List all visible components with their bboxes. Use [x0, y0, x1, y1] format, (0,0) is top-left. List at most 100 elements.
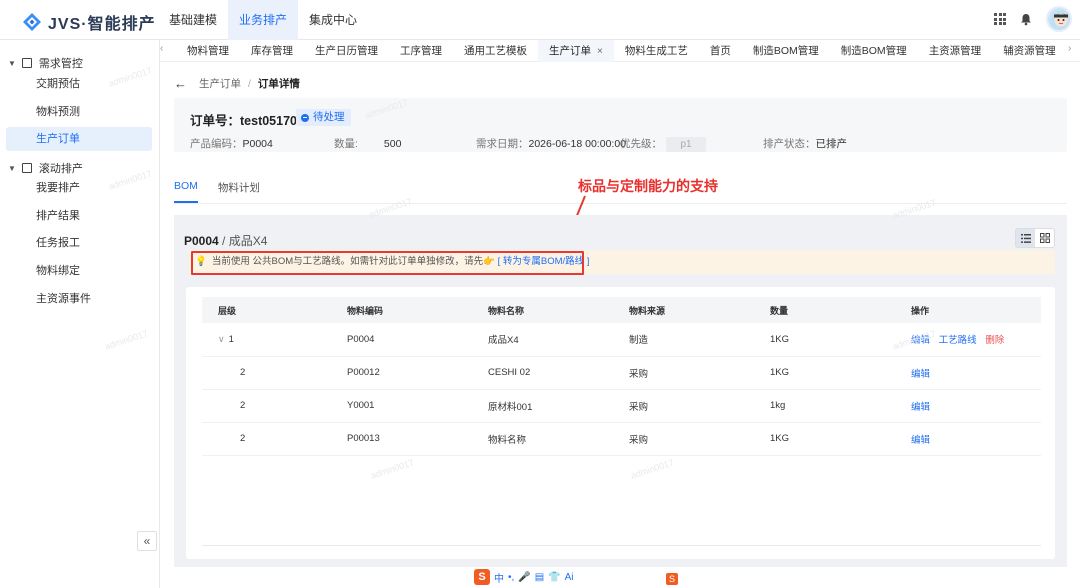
quantity-value: 500: [383, 138, 402, 150]
edit-button[interactable]: 编辑: [911, 402, 930, 413]
sidebar-item-main-resource-event[interactable]: 主资源事件: [6, 287, 152, 311]
breadcrumb-parent[interactable]: 生产订单: [199, 76, 241, 91]
card-view-icon[interactable]: [1035, 229, 1054, 247]
tab-home[interactable]: 首页: [699, 40, 742, 62]
bom-product-name: / 成品X4: [222, 234, 268, 248]
priority-label: 优先级：: [620, 138, 662, 150]
priority-value: p1: [666, 136, 706, 152]
tab-material-management[interactable]: 物料管理: [176, 40, 240, 62]
sidebar-item-schedule-result[interactable]: 排产结果: [6, 204, 152, 228]
apps-grid-icon[interactable]: [994, 13, 1006, 25]
order-number-title: 订单号：test051704: [190, 114, 304, 128]
sidebar-item-production-order[interactable]: 生产订单: [6, 127, 152, 151]
actions-cell: 编辑 工艺路线 删除: [911, 323, 1041, 357]
header-actions: [994, 6, 1072, 32]
tab-process-template[interactable]: 通用工艺模板: [453, 40, 538, 62]
actions-cell: 编辑: [911, 356, 1041, 390]
ime-ai-label[interactable]: Ai: [565, 572, 574, 583]
top-header: JVS·智能排产 基础建模 业务排产 集成中心: [0, 0, 1080, 40]
due-date-label: 需求日期：: [476, 138, 529, 150]
sogou-logo-icon[interactable]: S: [474, 569, 490, 585]
tabs-scroll-right-icon[interactable]: ›: [1068, 43, 1071, 54]
tab-aux-resource[interactable]: 辅资源管理: [992, 40, 1067, 62]
tab-label: 生产订单: [549, 45, 591, 57]
quantity-field: 数量: 500: [334, 136, 401, 151]
sidebar-item-delivery-estimate[interactable]: 交期预估: [6, 72, 152, 96]
bom-table-container: 层级 物料编码 物料名称 物料来源 数量 操作 ∨ 1 P0004 成品X4 制造: [186, 287, 1055, 559]
sidebar-group-rolling-scheduling[interactable]: ▼ 滚动排产: [8, 160, 83, 176]
sogou-mini-icon[interactable]: S: [666, 573, 678, 585]
tab-manufacturing-bom-1[interactable]: 制造BOM管理: [742, 40, 830, 62]
edit-button[interactable]: 编辑: [911, 369, 930, 380]
breadcrumb-current: 订单详情: [257, 78, 300, 90]
bell-icon[interactable]: [1020, 13, 1032, 26]
sidebar-item-schedule-now[interactable]: 我要排产: [6, 176, 152, 200]
tab-material-plan[interactable]: 物料计划: [218, 180, 260, 203]
topnav-item-business-scheduling[interactable]: 业务排产: [228, 0, 298, 40]
edit-button[interactable]: 编辑: [911, 435, 930, 446]
tab-production-order[interactable]: 生产订单 ×: [538, 40, 614, 62]
table-row: 2 Y0001 原材料001 采购 1kg 编辑: [202, 389, 1041, 423]
sidebar-group-demand-control[interactable]: ▼ 需求管控: [8, 55, 83, 71]
tab-material-process-gen[interactable]: 物料生成工艺: [614, 40, 699, 62]
list-view-icon[interactable]: [1016, 229, 1035, 247]
order-summary-card: 订单号：test051704 待处理 产品编码：P0004 数量: 500 需求日…: [174, 98, 1067, 152]
back-arrow-icon[interactable]: ←: [174, 76, 187, 91]
ime-mode-label[interactable]: 中: [494, 570, 504, 585]
breadcrumb-separator: /: [248, 77, 251, 90]
topnav-item-integration-center[interactable]: 集成中心: [298, 0, 368, 40]
sidebar-item-task-report[interactable]: 任务报工: [6, 231, 152, 255]
tab-manufacturing-bom-2[interactable]: 制造BOM管理: [830, 40, 918, 62]
quantity-cell: 1kg: [770, 389, 911, 423]
punctuation-icon[interactable]: •,: [508, 572, 514, 583]
level-cell: ∨ 1: [202, 323, 347, 357]
col-material-code: 物料编码: [347, 297, 488, 323]
tab-process-management[interactable]: 工序管理: [389, 40, 453, 62]
material-source-cell: 采购: [629, 389, 770, 423]
sidebar: ▼ 需求管控 交期预估 物料预测 生产订单 ▼ 滚动排产 我要排产 排产结果 任…: [0, 40, 160, 588]
process-route-button[interactable]: 工艺路线: [939, 335, 977, 346]
material-name-cell: 原材料001: [488, 389, 629, 423]
table-row: 2 P00013 物料名称 采购 1KG 编辑: [202, 422, 1041, 456]
material-code-cell: Y0001: [347, 389, 488, 423]
material-code-cell: P00012: [347, 356, 488, 390]
annotation-highlight-box: [191, 251, 584, 275]
sidebar-collapse-button[interactable]: «: [137, 531, 157, 551]
tab-list: 物料管理 库存管理 生产日历管理 工序管理 通用工艺模板 生产订单 × 物料生成工…: [176, 40, 1067, 62]
logo-icon: [22, 12, 42, 32]
pending-icon: [301, 113, 309, 122]
level-cell: 2: [202, 389, 347, 423]
edit-button[interactable]: 编辑: [911, 335, 930, 346]
tab-main-resource[interactable]: 主资源管理: [918, 40, 993, 62]
priority-field: 优先级： p1: [620, 136, 706, 152]
material-name-cell: 成品X4: [488, 323, 629, 357]
actions-cell: 编辑: [911, 422, 1041, 456]
sidebar-group-label: 需求管控: [38, 58, 83, 70]
tabs-scroll-left-icon[interactable]: ‹: [160, 43, 163, 54]
schedule-status-value: 已排产: [815, 138, 848, 150]
bom-panel: P0004 / 成品X4 💡 当前使用 公共BOM与工艺路线。如需针对此订单单独修…: [174, 215, 1067, 567]
detail-tabs: BOM 物料计划: [174, 180, 260, 203]
tab-bom[interactable]: BOM: [174, 180, 198, 203]
collapse-chevron-icon[interactable]: ∨: [218, 334, 225, 344]
shirt-icon[interactable]: 👕: [548, 572, 560, 583]
tab-inventory-management[interactable]: 库存管理: [240, 40, 304, 62]
sidebar-item-material-binding[interactable]: 物料绑定: [6, 259, 152, 283]
bom-product-code: P0004: [184, 234, 219, 248]
app-logo[interactable]: JVS·智能排产: [22, 10, 156, 34]
level-cell: 2: [202, 356, 347, 390]
microphone-icon[interactable]: 🎤: [518, 572, 530, 583]
keyboard-icon[interactable]: ▤: [535, 572, 544, 583]
calendar-icon: [21, 58, 32, 68]
topnav-item-basic-modeling[interactable]: 基础建模: [158, 0, 228, 40]
quantity-label: 数量:: [334, 138, 358, 150]
main-content: ← 生产订单 / 订单详情 订单号：test051704 待处理 产品编码：P0…: [160, 62, 1080, 588]
quantity-cell: 1KG: [770, 422, 911, 456]
caret-down-icon: ▼: [8, 163, 16, 173]
delete-button[interactable]: 删除: [985, 335, 1004, 346]
sidebar-item-material-forecast[interactable]: 物料预测: [6, 100, 152, 124]
user-avatar[interactable]: [1046, 6, 1072, 32]
close-icon[interactable]: ×: [597, 46, 603, 57]
product-code-label: 产品编码：: [190, 138, 243, 150]
tab-production-calendar[interactable]: 生产日历管理: [304, 40, 389, 62]
